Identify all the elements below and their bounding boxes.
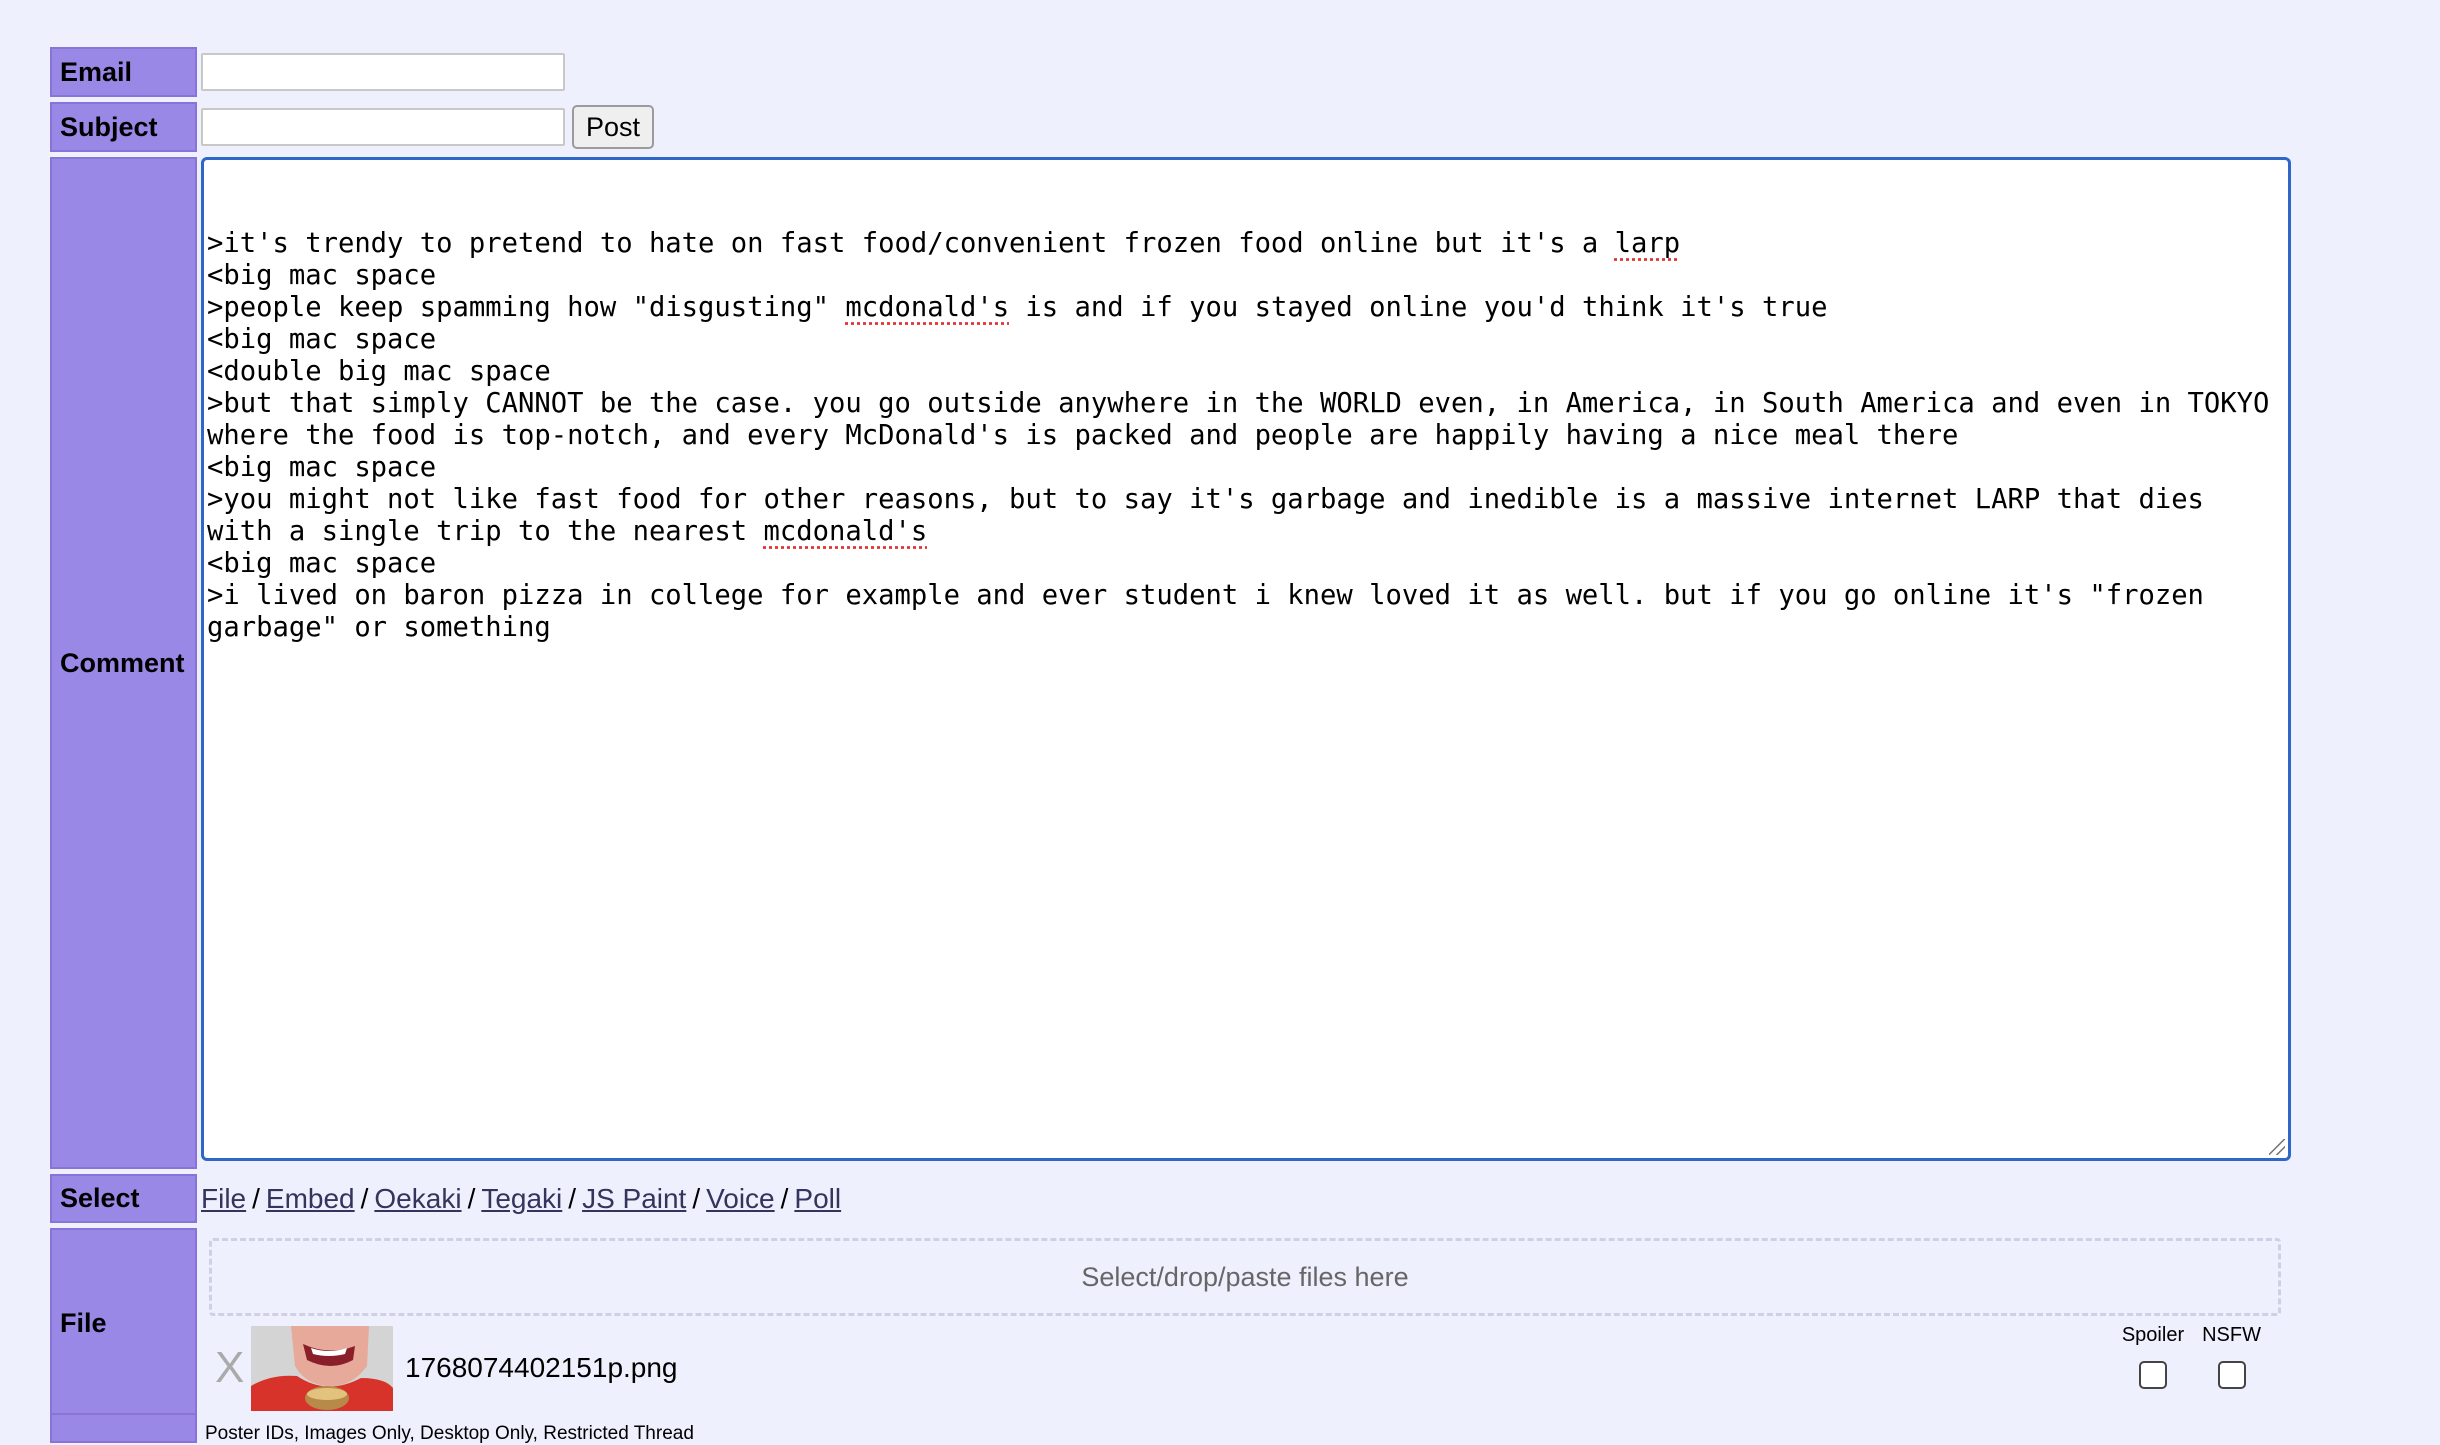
select-option-voice[interactable]: Voice [706,1183,775,1215]
select-option-embed[interactable]: Embed [266,1183,355,1215]
resize-handle-icon[interactable] [2269,1139,2285,1155]
select-option-js-paint[interactable]: JS Paint [582,1183,686,1215]
remove-file-icon[interactable]: X [215,1343,251,1393]
spoiler-checkbox[interactable] [2138,1361,2167,1389]
select-options: File / Embed / Oekaki / Tegaki / JS Paint / V… [201,1182,842,1215]
comment-label: Comment [50,157,197,1169]
comment-line: >but that simply CANNOT be the case. you… [207,388,2286,451]
nsfw-label: NSFW [2202,1324,2261,1346]
comment-line: <big mac space [207,452,437,483]
thread-options-text: Poster IDs, Images Only, Desktop Only, R… [205,1423,694,1444]
email-field[interactable] [201,53,565,91]
comment-line: <big mac space [207,548,437,579]
spoiler-label: Spoiler [2121,1324,2185,1346]
file-row: File Select/drop/paste files here X 1768… [50,1228,2291,1418]
attached-file: X 1768074402151p.png Spoiler NSFW [201,1324,2291,1412]
comment-text: >it's trendy to pretend to hate on fast … [207,228,2285,644]
select-label: Select [50,1174,197,1223]
comment-line: <double big mac space [207,356,551,387]
thread-options-row: Poster IDs, Images Only, Desktop Only, R… [50,1413,694,1445]
file-thumbnail [251,1325,393,1411]
comment-line: >i lived on baron pizza in college for e… [207,580,2221,643]
spoiler-toggle: Spoiler [2122,1324,2184,1389]
select-option-tegaki[interactable]: Tegaki [481,1183,562,1215]
comment-line: <big mac space [207,260,437,291]
subject-field[interactable] [201,108,565,146]
thumbnail-image [251,1325,393,1411]
subject-label: Subject [50,102,197,152]
nsfw-toggle: NSFW [2202,1324,2261,1389]
select-row: Select File / Embed / Oekaki / Tegaki / JS P… [50,1174,2291,1223]
options-label [50,1413,197,1443]
email-label: Email [50,47,197,97]
comment-row: Comment >it's trendy to pretend to hate … [50,157,2291,1169]
email-row: Email [50,47,2291,97]
select-option-oekaki[interactable]: Oekaki [374,1183,461,1215]
post-button[interactable]: Post [572,105,655,149]
comment-line: >people keep spamming how "disgusting" m… [207,292,1828,323]
post-form: Email Subject Post Comment >it's trendy … [50,47,2291,1423]
file-dropzone[interactable]: Select/drop/paste files here [209,1238,2281,1316]
file-flags: Spoiler NSFW [2122,1324,2261,1389]
comment-line: <big mac space [207,324,437,355]
select-option-file[interactable]: File [201,1183,246,1215]
comment-line: >you might not like fast food for other … [207,484,2221,547]
dropzone-text: Select/drop/paste files here [1081,1261,1409,1292]
file-label: File [50,1228,197,1418]
select-option-poll[interactable]: Poll [794,1183,841,1215]
subject-row: Subject Post [50,102,2291,152]
comment-line: >it's trendy to pretend to hate on fast … [207,228,1681,259]
file-name: 1768074402151p.png [405,1352,678,1383]
nsfw-checkbox[interactable] [2217,1361,2246,1389]
comment-textarea[interactable]: >it's trendy to pretend to hate on fast … [201,157,2291,1161]
